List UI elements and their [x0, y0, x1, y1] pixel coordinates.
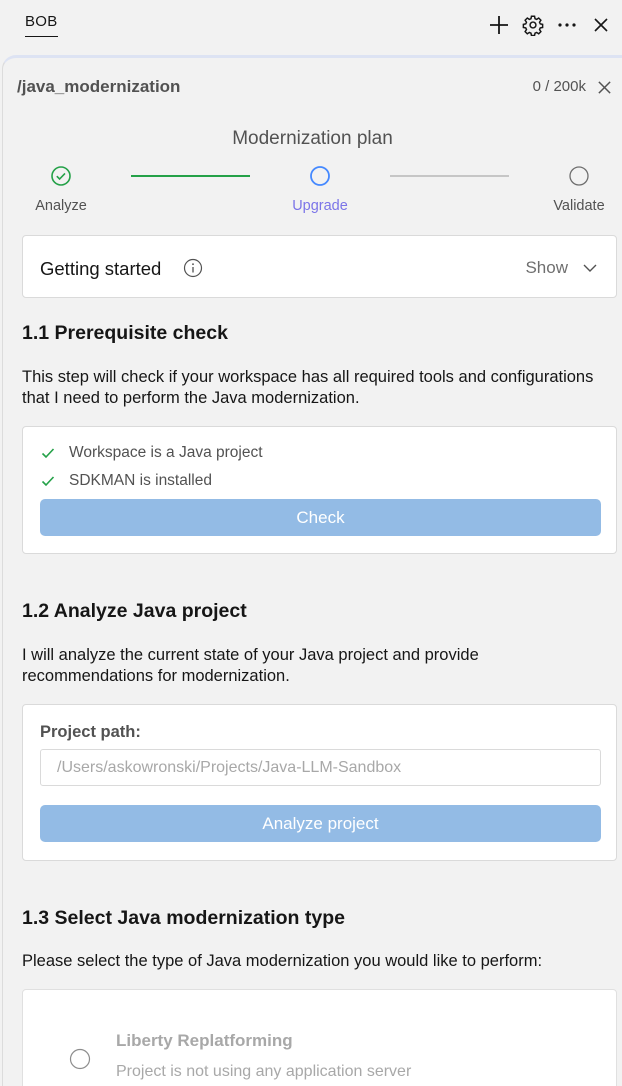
modernization-panel: /java_modernization 0 / 200k Modernizati…	[2, 55, 622, 1086]
step-validate[interactable]: Validate	[529, 165, 622, 214]
step-label: Analyze	[35, 198, 87, 214]
close-icon[interactable]	[592, 75, 616, 99]
command-title: /java_modernization	[17, 77, 181, 96]
step-label: Upgrade	[292, 198, 348, 214]
prereq-card: Workspace is a Java project SDKMAN is in…	[22, 426, 617, 554]
check-item: SDKMAN is installed	[41, 471, 212, 491]
gear-icon[interactable]	[520, 12, 546, 38]
top-actions	[486, 12, 614, 38]
select-type-description: Please select the type of Java moderniza…	[22, 952, 543, 970]
option-description: Project is not using any application ser…	[116, 1063, 412, 1080]
tab-bob[interactable]: BOB	[25, 13, 58, 37]
analyze-heading: 1.2 Analyze Java project	[22, 600, 247, 622]
getting-started-card[interactable]: Getting started Show	[22, 235, 617, 298]
top-bar: BOB	[0, 0, 622, 52]
info-icon[interactable]	[183, 258, 203, 278]
analyze-description: I will analyze the current state of your…	[22, 646, 479, 685]
analyze-project-button[interactable]: Analyze project	[40, 805, 601, 842]
analyze-card: Project path: Analyze project	[22, 704, 617, 861]
pending-circle-icon	[569, 166, 589, 186]
token-count: 0 / 200k	[532, 78, 586, 95]
show-toggle[interactable]: Show	[525, 258, 568, 278]
plus-icon[interactable]	[486, 12, 512, 38]
step-upgrade[interactable]: Upgrade	[270, 165, 370, 214]
check-item-label: Workspace is a Java project	[69, 444, 263, 461]
radio-button[interactable]	[69, 1048, 91, 1070]
modernization-option-card[interactable]: Liberty Replatforming Project is not usi…	[22, 989, 617, 1086]
project-path-label: Project path:	[40, 723, 141, 741]
chevron-down-icon[interactable]	[582, 260, 598, 276]
getting-started-title: Getting started	[40, 258, 162, 279]
step-analyze[interactable]: Analyze	[11, 165, 111, 214]
step-connector-pending	[390, 175, 509, 177]
active-circle-icon	[310, 166, 330, 186]
panel-header: /java_modernization 0 / 200k	[3, 58, 622, 114]
prereq-description: This step will check if your workspace h…	[22, 368, 594, 407]
more-icon[interactable]	[554, 12, 580, 38]
checkmark-icon	[41, 448, 55, 459]
check-item: Workspace is a Java project	[41, 443, 263, 463]
prereq-heading: 1.1 Prerequisite check	[22, 322, 228, 344]
select-type-heading: 1.3 Select Java modernization type	[22, 907, 345, 929]
checkmark-icon	[41, 476, 55, 487]
option-title: Liberty Replatforming	[116, 1031, 293, 1050]
step-connector-complete	[131, 175, 250, 177]
close-icon[interactable]	[588, 12, 614, 38]
check-circle-icon	[51, 166, 71, 186]
step-label: Validate	[553, 198, 605, 214]
check-item-label: SDKMAN is installed	[69, 472, 212, 489]
check-button[interactable]: Check	[40, 499, 601, 536]
plan-title: Modernization plan	[232, 128, 393, 149]
project-path-input[interactable]	[40, 749, 601, 786]
